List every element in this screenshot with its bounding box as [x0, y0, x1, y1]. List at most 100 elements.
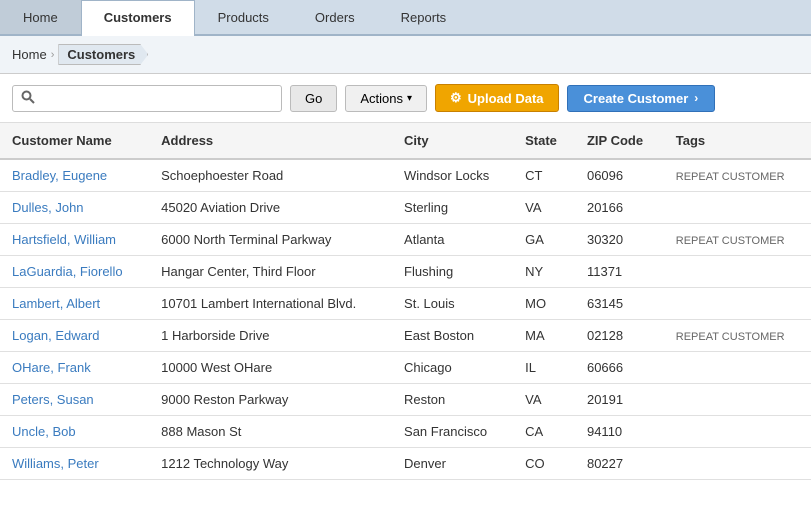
tab-products[interactable]: Products: [195, 0, 292, 34]
customer-name-cell: Bradley, Eugene: [0, 159, 149, 192]
zip-cell: 60666: [575, 352, 664, 384]
state-cell: GA: [513, 224, 575, 256]
gear-icon: ⚙: [450, 90, 462, 106]
customer-name-cell: Uncle, Bob: [0, 416, 149, 448]
col-state: State: [513, 123, 575, 159]
city-cell: East Boston: [392, 320, 513, 352]
repeat-customer-tag: REPEAT CUSTOMER: [676, 235, 785, 247]
tab-reports[interactable]: Reports: [378, 0, 470, 34]
table-row: OHare, Frank10000 West OHareChicagoIL606…: [0, 352, 811, 384]
state-cell: VA: [513, 192, 575, 224]
tags-cell: [664, 256, 811, 288]
chevron-down-icon: ▾: [407, 93, 412, 104]
state-cell: MA: [513, 320, 575, 352]
arrow-right-icon: ›: [694, 91, 698, 105]
city-cell: San Francisco: [392, 416, 513, 448]
city-cell: Flushing: [392, 256, 513, 288]
address-cell: 1 Harborside Drive: [149, 320, 392, 352]
city-cell: Windsor Locks: [392, 159, 513, 192]
address-cell: Schoephoester Road: [149, 159, 392, 192]
breadcrumb-separator: ›: [51, 49, 55, 61]
customer-name-link[interactable]: Dulles, John: [12, 200, 84, 215]
customers-table-wrapper: Customer Name Address City State ZIP Cod…: [0, 123, 811, 480]
state-cell: CT: [513, 159, 575, 192]
zip-cell: 80227: [575, 448, 664, 480]
address-cell: 6000 North Terminal Parkway: [149, 224, 392, 256]
address-cell: 10701 Lambert International Blvd.: [149, 288, 392, 320]
col-tags: Tags: [664, 123, 811, 159]
tags-cell: [664, 288, 811, 320]
customer-name-link[interactable]: OHare, Frank: [12, 360, 91, 375]
customer-name-link[interactable]: Hartsfield, William: [12, 232, 116, 247]
tags-cell: [664, 384, 811, 416]
customer-name-link[interactable]: Williams, Peter: [12, 456, 99, 471]
customer-name-cell: Peters, Susan: [0, 384, 149, 416]
search-icon: [21, 90, 35, 107]
create-customer-button[interactable]: Create Customer ›: [567, 85, 716, 112]
search-wrapper[interactable]: [12, 85, 282, 112]
table-row: Uncle, Bob888 Mason StSan FranciscoCA941…: [0, 416, 811, 448]
customers-table: Customer Name Address City State ZIP Cod…: [0, 123, 811, 480]
repeat-customer-tag: REPEAT CUSTOMER: [676, 171, 785, 183]
city-cell: Denver: [392, 448, 513, 480]
city-cell: Atlanta: [392, 224, 513, 256]
tags-cell: [664, 448, 811, 480]
table-row: Hartsfield, William 6000 North Terminal P…: [0, 224, 811, 256]
customer-name-link[interactable]: Lambert, Albert: [12, 296, 100, 311]
city-cell: Reston: [392, 384, 513, 416]
customer-name-cell: OHare, Frank: [0, 352, 149, 384]
breadcrumb: Home › Customers: [0, 36, 811, 74]
customer-name-link[interactable]: Bradley, Eugene: [12, 168, 107, 183]
customer-name-cell: Hartsfield, William: [0, 224, 149, 256]
customer-name-link[interactable]: Peters, Susan: [12, 392, 94, 407]
zip-cell: 02128: [575, 320, 664, 352]
table-row: Lambert, Albert 10701 Lambert Internation…: [0, 288, 811, 320]
customer-name-cell: Logan, Edward: [0, 320, 149, 352]
toolbar: Go Actions ▾ ⚙ Upload Data Create Custom…: [0, 74, 811, 123]
table-row: LaGuardia, Fiorello Hangar Center, Third …: [0, 256, 811, 288]
repeat-customer-tag: REPEAT CUSTOMER: [676, 331, 785, 343]
tags-cell: REPEAT CUSTOMER: [664, 320, 811, 352]
customer-name-cell: Dulles, John: [0, 192, 149, 224]
breadcrumb-current: Customers: [58, 44, 148, 65]
actions-button[interactable]: Actions ▾: [345, 85, 427, 112]
tab-customers[interactable]: Customers: [81, 0, 195, 36]
tab-home[interactable]: Home: [0, 0, 81, 34]
table-row: Peters, Susan 9000 Reston ParkwayRestonVA…: [0, 384, 811, 416]
tags-cell: [664, 416, 811, 448]
address-cell: 1212 Technology Way: [149, 448, 392, 480]
col-customer-name: Customer Name: [0, 123, 149, 159]
customer-name-link[interactable]: Logan, Edward: [12, 328, 99, 343]
table-row: Williams, Peter 1212 Technology WayDenver…: [0, 448, 811, 480]
table-row: Bradley, Eugene Schoephoester RoadWindsor…: [0, 159, 811, 192]
customer-name-cell: Lambert, Albert: [0, 288, 149, 320]
city-cell: Sterling: [392, 192, 513, 224]
state-cell: IL: [513, 352, 575, 384]
state-cell: MO: [513, 288, 575, 320]
go-button[interactable]: Go: [290, 85, 337, 112]
tags-cell: REPEAT CUSTOMER: [664, 159, 811, 192]
state-cell: CO: [513, 448, 575, 480]
upload-data-button[interactable]: ⚙ Upload Data: [435, 84, 559, 112]
tags-cell: [664, 192, 811, 224]
state-cell: CA: [513, 416, 575, 448]
zip-cell: 06096: [575, 159, 664, 192]
address-cell: Hangar Center, Third Floor: [149, 256, 392, 288]
table-row: Logan, Edward 1 Harborside DriveEast Bost…: [0, 320, 811, 352]
table-row: Dulles, John45020 Aviation DriveSterling…: [0, 192, 811, 224]
zip-cell: 30320: [575, 224, 664, 256]
zip-cell: 20191: [575, 384, 664, 416]
customer-name-link[interactable]: Uncle, Bob: [12, 424, 76, 439]
zip-cell: 20166: [575, 192, 664, 224]
col-address: Address: [149, 123, 392, 159]
zip-cell: 63145: [575, 288, 664, 320]
address-cell: 9000 Reston Parkway: [149, 384, 392, 416]
breadcrumb-home[interactable]: Home: [12, 47, 47, 62]
zip-cell: 94110: [575, 416, 664, 448]
state-cell: VA: [513, 384, 575, 416]
col-city: City: [392, 123, 513, 159]
customer-name-cell: Williams, Peter: [0, 448, 149, 480]
tab-orders[interactable]: Orders: [292, 0, 378, 34]
customer-name-link[interactable]: LaGuardia, Fiorello: [12, 264, 123, 279]
search-input[interactable]: [41, 91, 273, 106]
